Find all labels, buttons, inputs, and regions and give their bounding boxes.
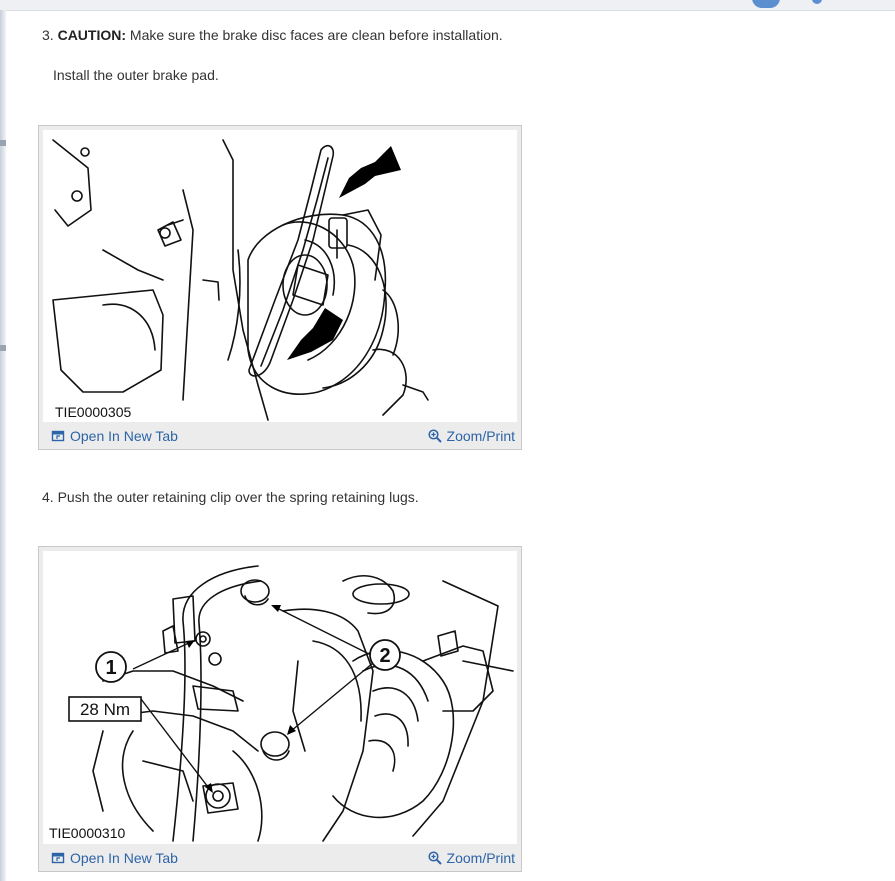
figure-retaining-clip: 1 2 28 Nm TIE0000310 Open In New Tab Zoo… bbox=[38, 546, 522, 872]
figure-toolbar: Open In New Tab Zoom/Print bbox=[39, 425, 521, 449]
open-in-new-tab-link[interactable]: Open In New Tab bbox=[51, 850, 178, 866]
figure-illustration: TIE0000305 bbox=[43, 130, 517, 422]
step-4-text: Push the outer retaining clip over the s… bbox=[57, 489, 419, 505]
figure-illustration: 1 2 28 Nm TIE0000310 bbox=[43, 551, 517, 844]
menu-dot-icon[interactable] bbox=[812, 0, 822, 4]
callout-1-label: 1 bbox=[105, 657, 116, 679]
open-in-new-tab-label: Open In New Tab bbox=[70, 428, 178, 444]
caution-label: CAUTION: bbox=[57, 27, 127, 43]
caution-text: Make sure the brake disc faces are clean… bbox=[129, 27, 503, 43]
magnifier-plus-icon bbox=[427, 851, 442, 865]
external-window-icon bbox=[51, 430, 65, 442]
zoom-print-label: Zoom/Print bbox=[446, 850, 515, 866]
step-3-caution: 3. CAUTION: Make sure the brake disc fac… bbox=[42, 26, 503, 44]
zoom-print-link[interactable]: Zoom/Print bbox=[427, 428, 515, 444]
zoom-print-link[interactable]: Zoom/Print bbox=[427, 850, 515, 866]
rail-marker bbox=[0, 345, 6, 351]
figure-id-label: TIE0000305 bbox=[53, 404, 134, 420]
step-3-instruction: Install the outer brake pad. bbox=[53, 67, 219, 83]
user-avatar-icon[interactable] bbox=[752, 0, 780, 8]
zoom-print-label: Zoom/Print bbox=[446, 428, 515, 444]
open-in-new-tab-label: Open In New Tab bbox=[70, 850, 178, 866]
open-in-new-tab-link[interactable]: Open In New Tab bbox=[51, 428, 178, 444]
left-scroll-rail bbox=[0, 10, 6, 881]
rail-marker bbox=[0, 140, 6, 146]
brake-pad-illustration bbox=[52, 139, 429, 421]
step-4-instruction: 4. Push the outer retaining clip over th… bbox=[42, 488, 419, 506]
figure-id-label: TIE0000310 bbox=[47, 825, 128, 841]
figure-brake-pad: TIE0000305 Open In New Tab Zoom/Print bbox=[38, 125, 522, 450]
figure-toolbar: Open In New Tab Zoom/Print bbox=[39, 847, 521, 871]
external-window-icon bbox=[51, 852, 65, 864]
step-number: 4. bbox=[42, 489, 54, 505]
retaining-clip-illustration: 1 2 28 Nm bbox=[68, 565, 514, 842]
top-toolbar-strip bbox=[0, 0, 895, 11]
step-number: 3. bbox=[42, 27, 54, 43]
torque-label: 28 Nm bbox=[80, 700, 130, 719]
callout-2-label: 2 bbox=[379, 645, 390, 667]
magnifier-plus-icon bbox=[427, 429, 442, 443]
